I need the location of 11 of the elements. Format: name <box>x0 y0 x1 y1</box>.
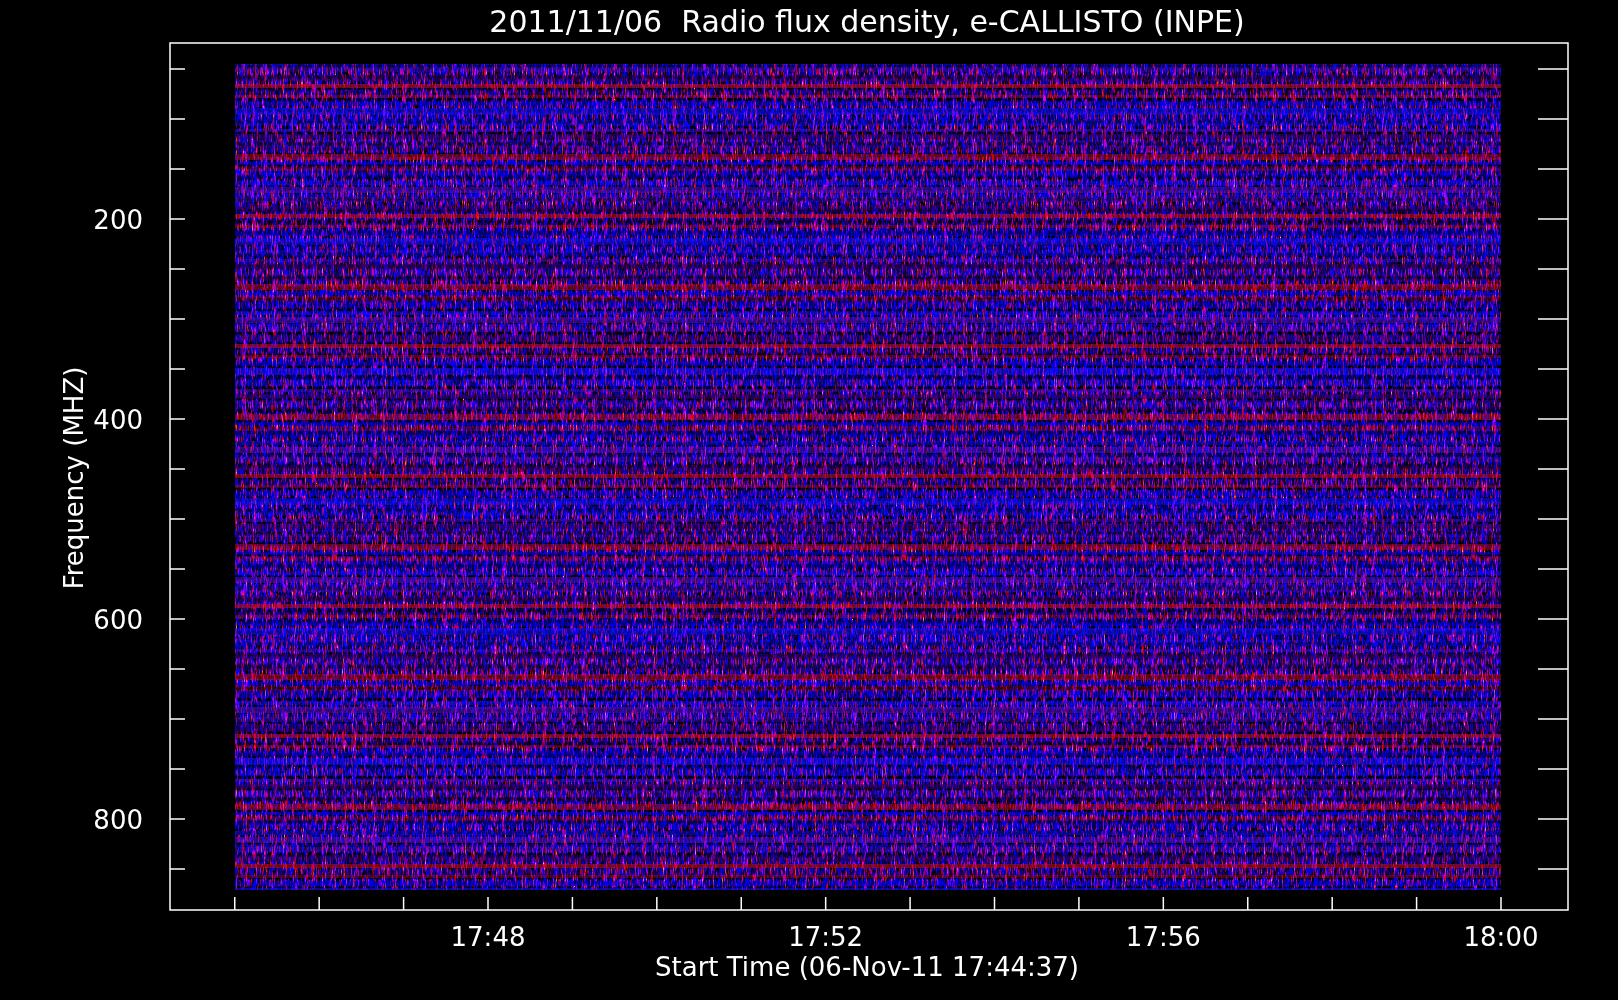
x-axis-title: Start Time (06-Nov-11 17:44:37) <box>655 952 1079 982</box>
y-tick-label: 200 <box>93 205 143 235</box>
x-tick-label: 18:00 <box>1463 922 1539 952</box>
y-tick-label: 800 <box>93 805 143 835</box>
y-tick-label: 600 <box>93 605 143 635</box>
y-tick-label: 400 <box>93 405 143 435</box>
x-tick-label: 17:48 <box>450 922 526 952</box>
x-tick-label: 17:52 <box>788 922 864 952</box>
x-tick-label: 17:56 <box>1125 922 1201 952</box>
chart-title: 2011/11/06 Radio flux density, e-CALLISTO (INPE) <box>489 4 1245 39</box>
y-axis-title: Frequency (MHZ) <box>59 366 89 590</box>
